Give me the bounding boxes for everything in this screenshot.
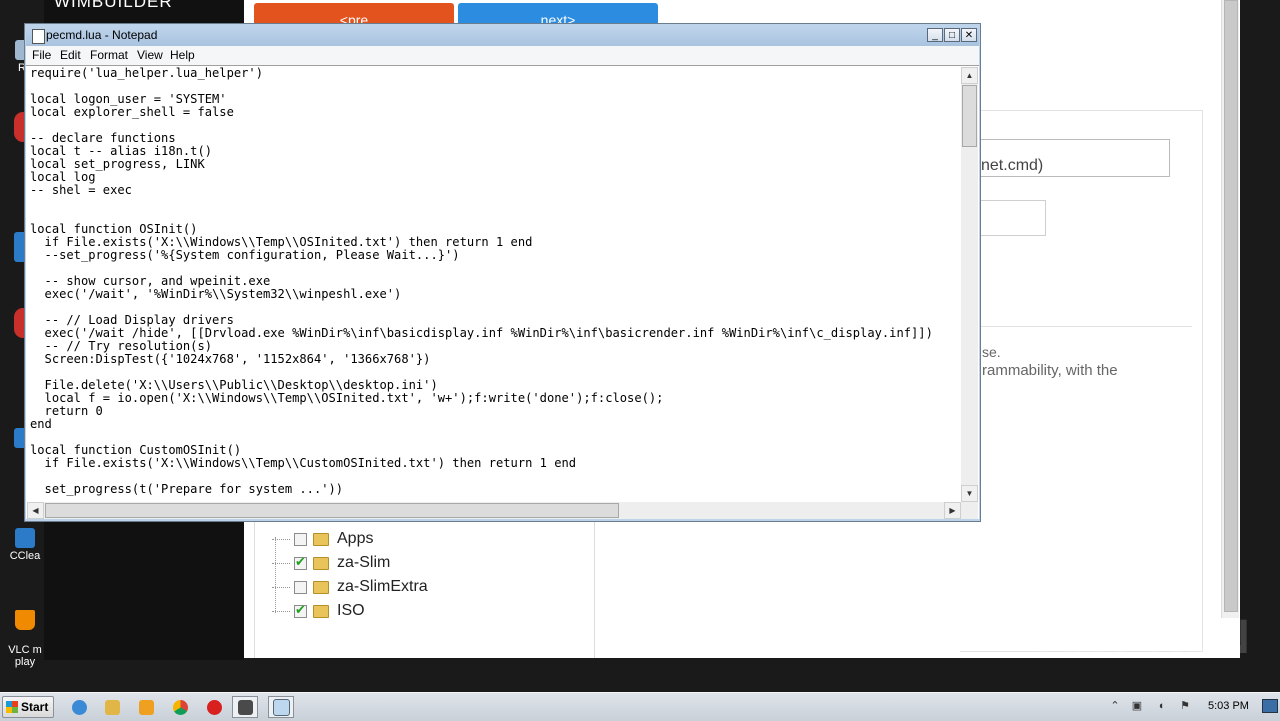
minimize-button[interactable]: _: [927, 28, 943, 42]
notepad-window[interactable]: pecmd.lua - Notepad _ □ ✕ File Edit Form…: [24, 23, 981, 522]
explorer-icon: [104, 699, 120, 715]
clock[interactable]: 5:03 PM: [1208, 700, 1249, 712]
checkbox[interactable]: [294, 580, 307, 594]
show-desktop-icon[interactable]: [1262, 699, 1278, 713]
system-tray: ⌃ ▣ ◖ ⚑ 5:03 PM: [1104, 693, 1280, 721]
tree-branch: [272, 586, 290, 588]
settings-panel: [960, 110, 1203, 652]
action-center-flag-icon[interactable]: ⚑: [1178, 699, 1192, 713]
horizontal-scroll-thumb[interactable]: [45, 503, 619, 518]
tree-branch: [272, 538, 290, 540]
command-field[interactable]: net.cmd): [960, 139, 1170, 177]
tree-item-label: za-Slim: [337, 554, 391, 571]
taskbar-opera[interactable]: [201, 696, 227, 718]
checkbox[interactable]: [294, 532, 307, 546]
divider: [960, 326, 1192, 327]
notepad-icon: [272, 698, 290, 716]
taskbar: Start ⌃ ▣ ◖ ⚑ 5:03 PM: [0, 692, 1280, 721]
scroll-left-arrow-icon[interactable]: ◀: [27, 502, 44, 519]
checkbox-checked[interactable]: [294, 602, 307, 618]
close-button[interactable]: ✕: [961, 28, 977, 42]
scroll-down-arrow-icon[interactable]: ▼: [961, 485, 978, 502]
show-hidden-icons-icon[interactable]: ⌃: [1108, 699, 1122, 713]
taskbar-media-player[interactable]: [133, 696, 159, 718]
taskbar-wimbuilder[interactable]: [232, 696, 258, 718]
windows-logo-icon: [6, 701, 18, 713]
folder-icon: [313, 532, 329, 546]
window-title: pecmd.lua - Notepad: [46, 28, 158, 42]
app-brand: WIMBUILDER: [54, 0, 173, 11]
vertical-scroll-thumb[interactable]: [962, 85, 977, 147]
tree-branch: [272, 610, 290, 612]
next-button[interactable]: next>: [458, 3, 658, 25]
menu-edit[interactable]: Edit: [60, 48, 81, 62]
notepad-icon: [32, 29, 45, 44]
folder-icon: [313, 604, 329, 618]
tree-item-za-slim[interactable]: za-Slim: [272, 551, 390, 575]
desktop-icon-label: CClea: [9, 550, 41, 562]
tree-branch: [272, 562, 290, 564]
ie-icon: [71, 699, 87, 715]
tree-item-label: Apps: [337, 530, 374, 547]
prev-button[interactable]: <pre: [254, 3, 454, 25]
start-label: Start: [21, 700, 49, 714]
file-content[interactable]: require('lua_helper.lua_helper') local l…: [30, 67, 961, 500]
vlc-icon: [15, 610, 35, 630]
text-editor-area[interactable]: require('lua_helper.lua_helper') local l…: [26, 65, 979, 519]
title-bar[interactable]: pecmd.lua - Notepad _ □ ✕: [26, 25, 979, 46]
desktop-icon-vlc[interactable]: VLC m play: [6, 598, 44, 668]
opera-icon: [206, 699, 222, 715]
description-line-1: se.: [982, 344, 1001, 360]
taskbar-explorer[interactable]: [99, 696, 125, 718]
horizontal-scrollbar[interactable]: ◀ ▶: [27, 502, 961, 519]
background-app-scrollbar[interactable]: [1221, 0, 1239, 618]
watermark-text: ANY RUN: [1038, 611, 1250, 664]
scroll-right-arrow-icon[interactable]: ▶: [944, 502, 961, 519]
desktop-icon-ccleaner[interactable]: CClea: [6, 528, 44, 562]
folder-icon: [313, 580, 329, 594]
taskbar-ie[interactable]: [66, 696, 92, 718]
taskbar-notepad[interactable]: [268, 696, 294, 718]
menu-format[interactable]: Format: [90, 48, 128, 62]
tree-item-apps[interactable]: Apps: [272, 527, 373, 551]
menu-help[interactable]: Help: [170, 48, 195, 62]
menu-file[interactable]: File: [32, 48, 51, 62]
chrome-icon: [172, 699, 188, 715]
checkbox-checked[interactable]: [294, 554, 307, 570]
wimbuilder-icon: [237, 699, 253, 715]
network-icon[interactable]: ▣: [1130, 699, 1144, 713]
volume-icon[interactable]: ◖: [1154, 699, 1168, 713]
desktop-icon-label: VLC m play: [8, 644, 42, 668]
tree-item-label: ISO: [337, 602, 365, 619]
anyrun-watermark: ANY RUN: [1038, 610, 1250, 665]
start-button[interactable]: Start: [2, 696, 54, 718]
ccleaner-icon: [15, 528, 35, 548]
tree-item-label: za-SlimExtra: [337, 578, 428, 595]
folder-icon: [313, 556, 329, 570]
scroll-up-arrow-icon[interactable]: ▲: [961, 67, 978, 84]
scrollbar-thumb[interactable]: [1224, 0, 1238, 612]
tree-item-za-slimextra[interactable]: za-SlimExtra: [272, 575, 428, 599]
menu-bar: File Edit Format View Help: [26, 46, 979, 65]
tree-item-iso[interactable]: ISO: [272, 599, 365, 623]
menu-view[interactable]: View: [137, 48, 163, 62]
vertical-scrollbar[interactable]: ▲ ▼: [961, 67, 978, 502]
maximize-button[interactable]: □: [944, 28, 960, 42]
media-player-icon: [138, 699, 154, 715]
taskbar-chrome[interactable]: [167, 696, 193, 718]
description-line-2: rammability, with the: [982, 362, 1118, 379]
resize-grip-icon[interactable]: [961, 502, 978, 519]
